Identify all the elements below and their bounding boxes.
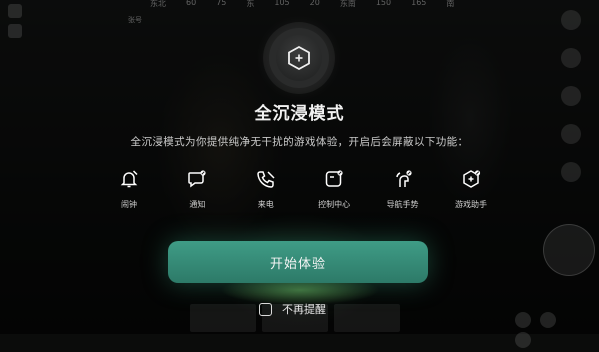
feature-gesture: 导航手势	[369, 168, 437, 218]
gesture-off-icon	[392, 168, 414, 190]
compass-mark: 南	[446, 0, 455, 8]
call-off-icon	[255, 168, 277, 190]
inventory-slot	[190, 304, 256, 332]
fire-button	[543, 224, 595, 276]
compass-mark: 150	[375, 0, 392, 7]
hud-button	[515, 332, 531, 348]
compass-bar: 东北 60 75 东 105 20 东南 150 165 南	[150, 0, 460, 12]
feature-call: 来电	[232, 168, 300, 218]
compass-mark: 东	[246, 0, 255, 8]
hud-button	[515, 312, 531, 328]
alarm-off-icon	[118, 168, 140, 190]
blocked-features-list: 闹钟 通知 来电 控制中心 导航手势 游戏助手	[95, 168, 505, 218]
game-mode-logo	[269, 28, 329, 88]
no-remind-checkbox[interactable]	[259, 302, 272, 316]
feature-control-center: 控制中心	[300, 168, 368, 218]
compass-mark: 165	[411, 0, 427, 7]
hud-button	[561, 10, 581, 30]
inventory-slot	[334, 304, 400, 332]
feature-game-assistant: 游戏助手	[437, 168, 505, 218]
feature-label: 控制中心	[318, 200, 351, 209]
modal-title: 全沉浸模式	[254, 104, 345, 124]
hud-right-controls	[549, 10, 589, 250]
hud-button	[8, 24, 22, 38]
game-mode-icon	[288, 45, 310, 71]
hud-button	[8, 4, 22, 18]
notification-off-icon	[186, 168, 208, 190]
no-remind-label: 不再提醒	[282, 303, 326, 316]
hud-left-controls	[8, 4, 28, 64]
no-remind-option[interactable]: 不再提醒	[259, 300, 326, 318]
hud-button	[540, 312, 557, 328]
feature-alarm: 闹钟	[95, 168, 163, 218]
feature-label: 通知	[189, 200, 206, 209]
compass-mark: 105	[274, 0, 290, 7]
feature-label: 游戏助手	[454, 200, 487, 209]
control-center-off-icon	[323, 168, 345, 190]
compass-mark: 20	[309, 0, 320, 7]
feature-label: 闹钟	[121, 200, 137, 209]
compass-mark: 东北	[150, 0, 166, 8]
feature-notification: 通知	[163, 168, 231, 218]
feature-label: 导航手势	[386, 200, 419, 209]
compass-mark: 60	[186, 0, 197, 7]
hud-bottom-right	[515, 312, 585, 348]
hud-button	[561, 48, 581, 68]
compass-mark: 东南	[339, 0, 356, 8]
game-assistant-off-icon	[460, 168, 482, 190]
compass-mark: 75	[216, 0, 227, 7]
modal-description: 全沉浸模式为你提供纯净无干扰的游戏体验，开启后会屏蔽以下功能：	[130, 136, 469, 148]
start-experience-button[interactable]: 开始体验	[168, 241, 428, 283]
hud-button	[561, 162, 581, 182]
feature-label: 来电	[257, 200, 274, 209]
player-label: 张号	[128, 16, 142, 24]
